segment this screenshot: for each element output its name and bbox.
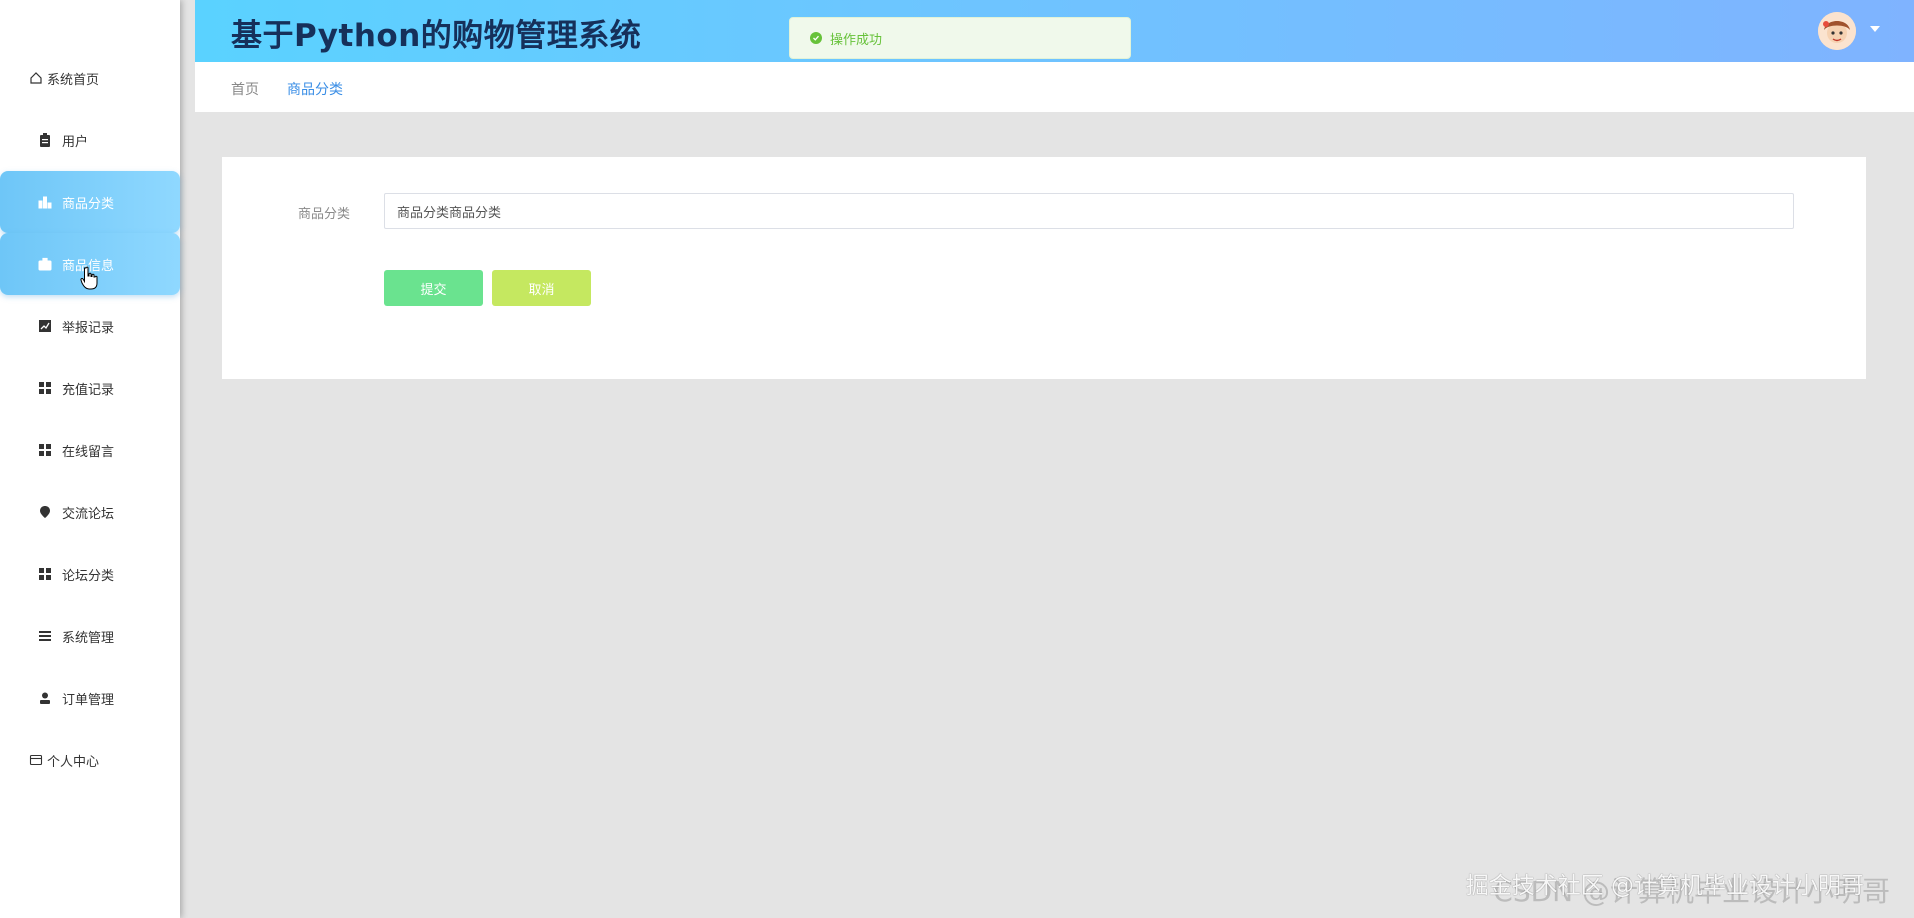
wallet-outline-icon bbox=[29, 753, 43, 767]
sidebar-item-label: 在线留言 bbox=[62, 444, 115, 460]
home-outline-icon bbox=[29, 71, 43, 85]
app-root: 系统首页 用户 商品分类 商品信息 举报记录 充值记录 在线留言 交流论坛 论坛… bbox=[0, 0, 1914, 918]
avatar[interactable] bbox=[1818, 12, 1856, 50]
category-field-label: 商品分类 bbox=[298, 207, 351, 222]
sidebar-item-home[interactable]: 系统首页 bbox=[0, 47, 180, 109]
sidebar-item-label: 商品分类 bbox=[62, 196, 115, 212]
watermark-front: 掘金技术社区 @计算机毕业设计小明哥 bbox=[1465, 873, 1864, 899]
sidebar-item-forum-category[interactable]: 论坛分类 bbox=[0, 543, 180, 605]
sidebar-menu: 系统首页 用户 商品分类 商品信息 举报记录 充值记录 在线留言 交流论坛 论坛… bbox=[0, 0, 180, 791]
sidebar-item-label: 系统管理 bbox=[62, 630, 115, 646]
line-chart-icon bbox=[38, 319, 52, 333]
cancel-button[interactable]: 取消 bbox=[492, 270, 591, 306]
sidebar-item-label: 系统首页 bbox=[47, 72, 100, 88]
category-input[interactable] bbox=[384, 193, 1794, 229]
list-icon bbox=[38, 629, 52, 643]
form-card: 商品分类 提交 取消 bbox=[222, 157, 1866, 379]
clipboard-icon bbox=[38, 133, 52, 147]
sidebar-item-label: 用户 bbox=[62, 134, 89, 150]
hand-pointer-icon bbox=[80, 266, 98, 294]
sidebar-item-user[interactable]: 用户 bbox=[0, 109, 180, 171]
grid-icon bbox=[38, 381, 52, 395]
sidebar-item-personal-center[interactable]: 个人中心 bbox=[0, 729, 180, 791]
bar-chart-icon bbox=[38, 195, 52, 209]
sidebar: 系统首页 用户 商品分类 商品信息 举报记录 充值记录 在线留言 交流论坛 论坛… bbox=[0, 0, 180, 918]
breadcrumb-home[interactable]: 首页 bbox=[231, 79, 259, 99]
sidebar-item-label: 交流论坛 bbox=[62, 506, 115, 522]
site-title: 基于Python的购物管理系统 bbox=[231, 18, 642, 54]
watermark: CSDN @计算机毕业设计小明哥 掘金技术社区 @计算机毕业设计小明哥 bbox=[1466, 870, 1890, 910]
check-circle-icon bbox=[810, 32, 822, 44]
submit-button[interactable]: 提交 bbox=[384, 270, 483, 306]
sidebar-item-label: 订单管理 bbox=[62, 692, 115, 708]
sidebar-item-system-management[interactable]: 系统管理 bbox=[0, 605, 180, 667]
map-pin-icon bbox=[38, 505, 52, 519]
breadcrumb-current: 商品分类 bbox=[287, 82, 343, 98]
breadcrumb: 首页 商品分类 bbox=[195, 62, 1914, 112]
toast-message: 操作成功 bbox=[830, 32, 883, 48]
grid-icon bbox=[38, 443, 52, 457]
sidebar-item-label: 个人中心 bbox=[47, 754, 100, 770]
user-icon bbox=[38, 691, 52, 705]
sidebar-item-recharge-records[interactable]: 充值记录 bbox=[0, 357, 180, 419]
briefcase-icon bbox=[38, 257, 52, 271]
sidebar-item-report-records[interactable]: 举报记录 bbox=[0, 295, 180, 357]
chevron-down-icon[interactable] bbox=[1870, 26, 1880, 32]
sidebar-item-online-message[interactable]: 在线留言 bbox=[0, 419, 180, 481]
sidebar-item-label: 充值记录 bbox=[62, 382, 115, 398]
sidebar-item-order-management[interactable]: 订单管理 bbox=[0, 667, 180, 729]
success-toast: 操作成功 bbox=[789, 17, 1131, 59]
sidebar-item-product-category[interactable]: 商品分类 bbox=[0, 171, 180, 233]
grid-icon bbox=[38, 567, 52, 581]
sidebar-item-label: 论坛分类 bbox=[62, 568, 115, 584]
sidebar-item-label: 举报记录 bbox=[62, 320, 115, 336]
sidebar-item-forum[interactable]: 交流论坛 bbox=[0, 481, 180, 543]
